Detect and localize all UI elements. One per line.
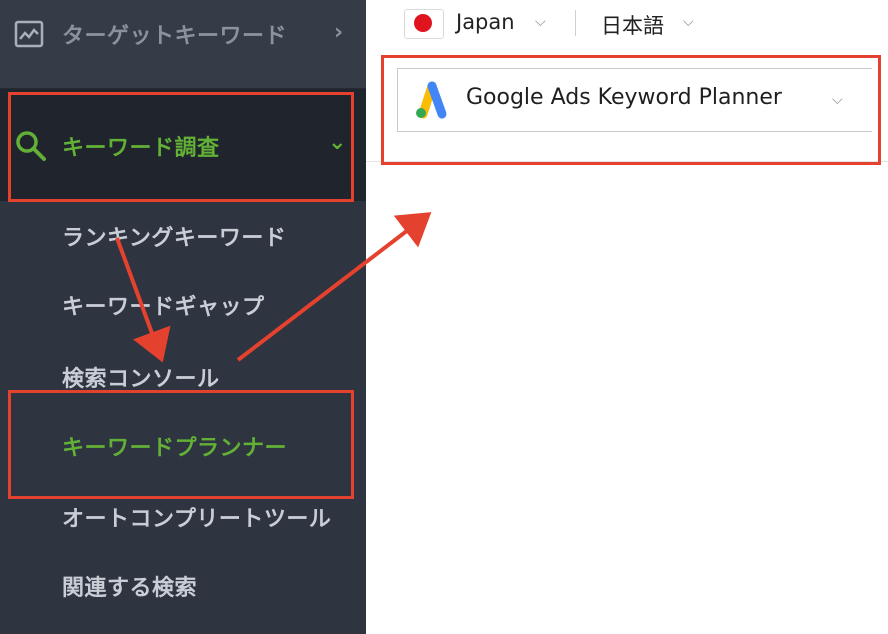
arrow-up-right xyxy=(236,212,432,362)
annotation-arrows xyxy=(115,212,432,363)
arrow-down xyxy=(115,237,171,363)
